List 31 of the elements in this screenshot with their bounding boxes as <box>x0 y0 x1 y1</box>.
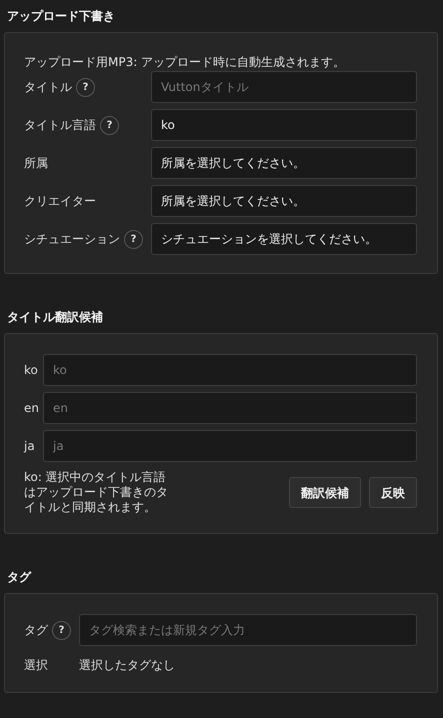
tag-search-field[interactable]: タグ検索または新規タグ入力 <box>79 614 417 646</box>
action-button[interactable]: 翻訳候補 <box>289 477 361 508</box>
input-field[interactable]: 所属を選択してください。 <box>151 147 417 179</box>
field-label: シチュエーション <box>24 231 120 248</box>
input-field[interactable]: Vuttonタイトル <box>151 71 417 103</box>
field-label: タグ <box>24 622 48 639</box>
field-label: クリエイター <box>24 193 96 210</box>
field-label: 選択 <box>24 657 48 674</box>
field-label: タイトル <box>24 79 72 96</box>
info-text: アップロード用MP3: アップロード時に自動生成されます。 <box>24 54 346 71</box>
input-field[interactable]: en <box>43 392 417 424</box>
help-icon[interactable]: ? <box>100 116 119 134</box>
input-field[interactable]: シチュエーションを選択してください。 <box>151 223 417 255</box>
field-label: ko <box>24 362 38 379</box>
help-icon[interactable]: ? <box>52 620 71 640</box>
field-label: ja <box>24 438 35 455</box>
help-icon[interactable]: ? <box>124 230 143 248</box>
section-title: タグ <box>6 569 32 586</box>
input-field[interactable]: 所属を選択してください。 <box>151 185 417 217</box>
input-field[interactable]: ko <box>43 354 417 386</box>
field-label: 所属 <box>24 155 48 172</box>
section-title: タイトル翻訳候補 <box>6 309 104 326</box>
field-label: en <box>24 400 39 417</box>
action-button[interactable]: 反映 <box>369 477 417 508</box>
info-text: ko: 選択中のタイトル言語はアップロード下書きのタイトルと同期されます。 <box>24 470 169 515</box>
field-label: タイトル言語 <box>24 117 96 134</box>
help-icon[interactable]: ? <box>76 78 95 96</box>
input-field[interactable]: ja <box>43 430 417 462</box>
input-field[interactable]: ko <box>151 109 417 141</box>
selection-value: 選択したタグなし <box>79 657 175 674</box>
section-title: アップロード下書き <box>6 8 116 25</box>
